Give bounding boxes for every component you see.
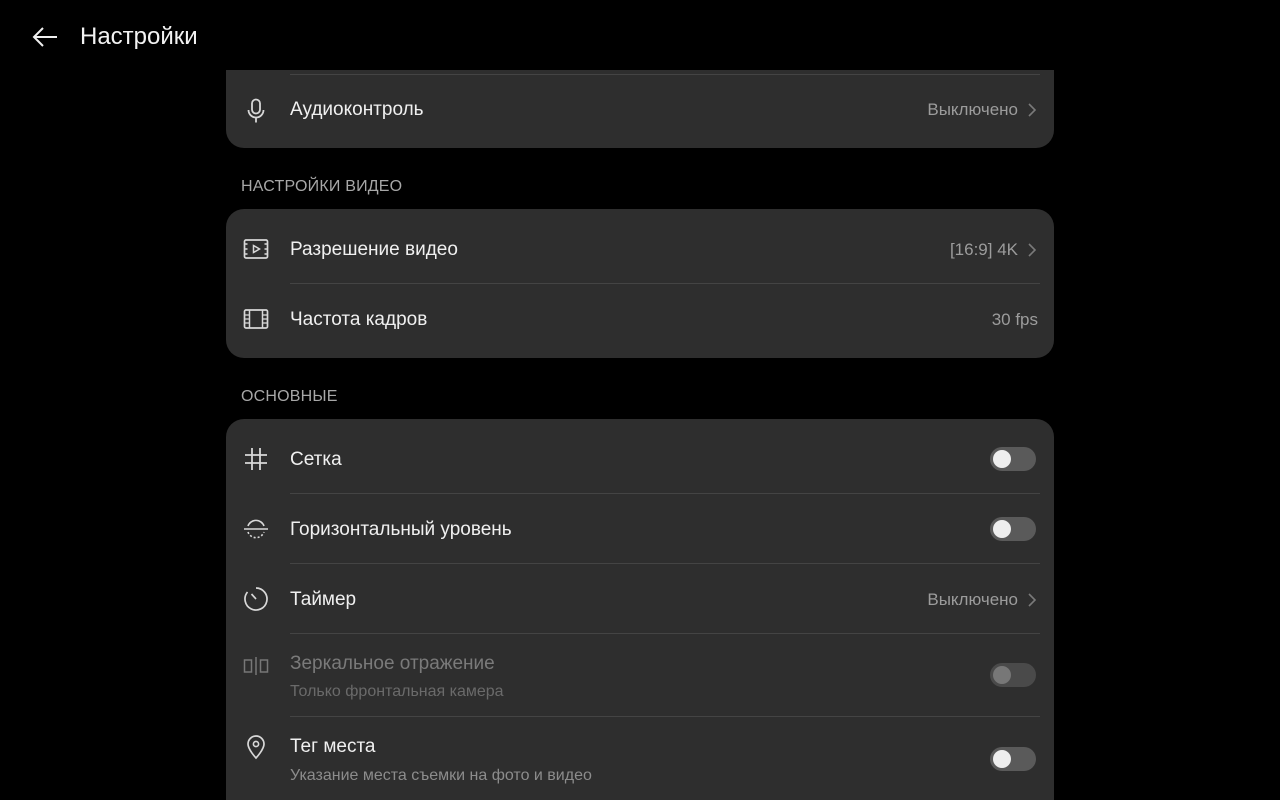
chevron-right-icon	[1028, 243, 1037, 257]
timer-value: Выключено	[927, 590, 1018, 609]
grid-row[interactable]: Сетка	[226, 419, 1054, 493]
mirror-sublabel: Только фронтальная камера	[290, 683, 504, 700]
video-resolution-label: Разрешение видео	[290, 239, 458, 260]
general-section-heading: ОСНОВНЫЕ	[241, 388, 338, 405]
frame-rate-row[interactable]: Частота кадров 30 fps	[226, 284, 1054, 358]
toggle-knob	[993, 520, 1011, 538]
mirror-icon	[242, 652, 270, 680]
location-toggle[interactable]	[990, 747, 1036, 771]
frame-rate-value: 30 fps	[991, 310, 1038, 329]
back-button[interactable]	[28, 20, 62, 54]
video-resolution-icon	[242, 235, 270, 263]
toggle-knob	[993, 750, 1011, 768]
video-resolution-value: [16:9] 4K	[949, 240, 1018, 259]
level-row[interactable]: Горизонтальный уровень	[226, 494, 1054, 563]
level-toggle[interactable]	[990, 517, 1036, 541]
microphone-icon	[242, 97, 270, 125]
mirror-toggle	[990, 663, 1036, 687]
app-bar: Настройки	[0, 0, 1280, 70]
settings-page: Аудиоконтроль Выключено НАСТРОЙКИ ВИДЕО	[0, 0, 1280, 800]
mirror-label: Зеркальное отражение	[290, 653, 495, 674]
level-icon	[242, 515, 270, 543]
film-icon	[242, 305, 270, 333]
frame-rate-label: Частота кадров	[290, 309, 428, 330]
video-card: Разрешение видео [16:9] 4K Частота кадро…	[226, 209, 1054, 358]
mirror-row: Зеркальное отражение Только фронтальная …	[226, 634, 1054, 716]
level-label: Горизонтальный уровень	[290, 519, 512, 540]
chevron-right-icon	[1028, 593, 1037, 607]
toggle-knob	[993, 450, 1011, 468]
toggle-knob	[993, 666, 1011, 684]
timer-row[interactable]: Таймер Выключено	[226, 564, 1054, 633]
general-card: Сетка Горизонтальный уровень Таймер Выкл…	[226, 419, 1054, 800]
page-title: Настройки	[80, 23, 198, 50]
timer-label: Таймер	[290, 589, 357, 610]
chevron-right-icon	[1028, 103, 1037, 117]
location-label: Тег места	[290, 736, 376, 757]
timer-icon	[242, 585, 270, 613]
grid-toggle[interactable]	[990, 447, 1036, 471]
location-sublabel: Указание места съемки на фото и видео	[290, 767, 592, 784]
grid-label: Сетка	[290, 449, 342, 470]
grid-icon	[242, 445, 270, 473]
arrow-left-icon	[32, 27, 57, 47]
location-pin-icon	[242, 733, 270, 761]
video-section-heading: НАСТРОЙКИ ВИДЕО	[241, 178, 403, 195]
audio-control-value: Выключено	[927, 100, 1018, 119]
audio-control-row[interactable]: Аудиоконтроль Выключено	[226, 75, 1054, 148]
audio-control-label: Аудиоконтроль	[290, 99, 424, 120]
video-resolution-row[interactable]: Разрешение видео [16:9] 4K	[226, 209, 1054, 283]
location-row[interactable]: Тег места Указание места съемки на фото …	[226, 717, 1054, 800]
